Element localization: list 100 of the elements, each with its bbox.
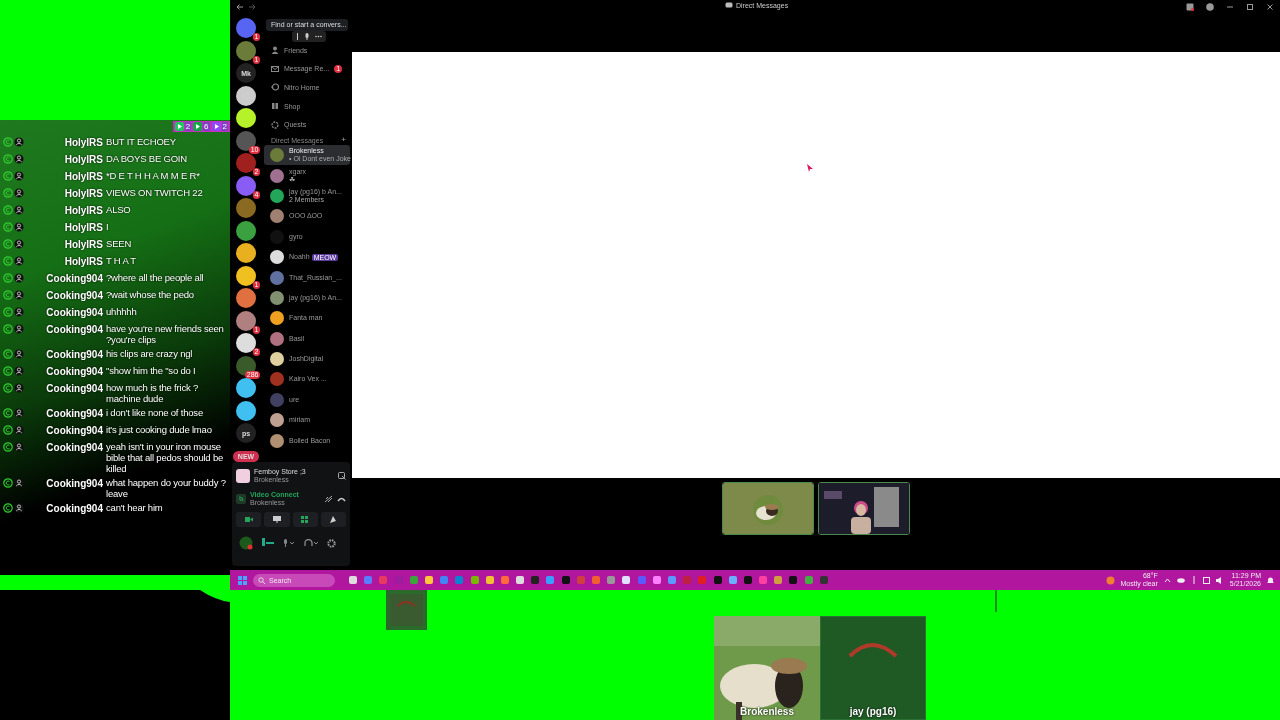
chat-message: I (106, 221, 110, 232)
headphones-icon[interactable] (304, 539, 318, 547)
server-icon[interactable] (236, 333, 256, 353)
user-icon (14, 442, 24, 452)
back-forward-icon[interactable] (236, 3, 256, 11)
settings-icon[interactable] (327, 538, 336, 548)
user-icon (14, 290, 24, 300)
screen-share-button[interactable] (264, 512, 290, 527)
soundboard-icon (328, 515, 339, 524)
badge-icon (3, 425, 13, 435)
viewer-counter: 2 (174, 122, 192, 131)
server-icon[interactable] (236, 108, 256, 128)
chevron-icon[interactable] (1163, 577, 1171, 583)
chat-message: "show him the "so do I (106, 365, 197, 376)
cursor-icon (807, 164, 813, 172)
chat-message: ?wait whose the pedo (106, 289, 195, 300)
chat-message: yeah isn't in your iron mouse bible that all pedos should be killed (106, 441, 225, 474)
user-icon (14, 324, 24, 334)
server-icon[interactable] (236, 130, 256, 151)
chat-username: HolyIRS (63, 170, 104, 183)
chat-message: his clips are crazy ngl (106, 348, 194, 359)
cursor-icon (995, 590, 997, 612)
chat-username: Cooking904 (45, 306, 104, 319)
chat-message: it's just cooking dude lmao (106, 424, 213, 435)
user-icon (14, 478, 24, 488)
chat-username: Cooking904 (45, 477, 104, 490)
user-icon (14, 171, 24, 181)
badge-icon (3, 273, 13, 283)
activities-icon (300, 515, 311, 524)
chat-username: HolyIRS (63, 238, 104, 251)
user-icon (14, 503, 24, 513)
server-icon[interactable] (236, 355, 256, 376)
camera-icon (243, 515, 254, 524)
badge-icon (3, 239, 13, 249)
badge-icon (3, 366, 13, 376)
soundboard-button[interactable] (320, 512, 346, 527)
server-icon[interactable] (236, 243, 256, 263)
chat-username: Cooking904 (45, 502, 104, 515)
disconnect-icon[interactable] (337, 496, 346, 502)
quests-icon (271, 120, 279, 129)
user-icon (14, 307, 24, 317)
maximize-icon[interactable] (1246, 3, 1254, 11)
server-icon[interactable] (236, 310, 256, 331)
volume-icon[interactable] (1215, 576, 1224, 584)
help-icon[interactable] (1206, 3, 1214, 11)
user-icon (14, 239, 24, 249)
network-icon[interactable] (1202, 576, 1210, 584)
bell-icon[interactable] (1267, 576, 1274, 584)
add-button[interactable]: + (341, 136, 346, 144)
nitro-icon (271, 83, 279, 92)
badge-icon (3, 205, 13, 215)
badge-icon (3, 256, 13, 266)
badge-icon (3, 307, 13, 317)
cloud-icon[interactable] (1176, 577, 1185, 583)
more-icon[interactable] (315, 35, 322, 38)
microphone-icon[interactable] (283, 539, 295, 547)
chat-message: T H A T (106, 255, 137, 266)
chat-username: Cooking904 (45, 441, 104, 454)
chat-message: ?where all the people all (106, 272, 205, 283)
chat-username: HolyIRS (63, 153, 104, 166)
chat-message: VIEWS ON TWITCH 22 (106, 187, 204, 198)
chat-message: can't hear him (106, 502, 164, 513)
server-icon[interactable] (236, 378, 256, 398)
badge-icon (3, 222, 13, 232)
inbox-icon[interactable] (1186, 3, 1194, 11)
user-avatar[interactable] (239, 536, 253, 550)
server-icon[interactable] (236, 400, 256, 421)
noise-suppression-icon[interactable] (324, 495, 333, 503)
server-icon[interactable] (236, 220, 256, 241)
badge-icon (3, 290, 13, 300)
server-icon[interactable] (236, 265, 256, 286)
badge-icon (3, 478, 13, 488)
minimize-icon[interactable] (1226, 3, 1234, 11)
camera-button[interactable] (236, 512, 262, 527)
badge-icon (3, 188, 13, 198)
search-icon (258, 576, 265, 584)
activities-button[interactable] (292, 512, 318, 527)
chat-username: Cooking904 (45, 407, 104, 420)
chat-username: HolyIRS (63, 221, 104, 234)
chat-icon (725, 2, 733, 9)
badge-icon (3, 171, 13, 181)
badge-icon (3, 154, 13, 164)
badge-icon (3, 442, 13, 452)
server-icon[interactable] (236, 85, 256, 106)
chat-message: what happen do your buddy ?leave (106, 477, 227, 499)
user-icon (14, 256, 24, 266)
chat-username: HolyIRS (63, 187, 104, 200)
microphone-icon[interactable] (304, 33, 310, 40)
envelope-icon (271, 64, 279, 73)
friends-icon (271, 46, 279, 55)
user-icon (14, 205, 24, 215)
chat-username: Cooking904 (45, 323, 104, 336)
screen-share-icon[interactable] (338, 472, 346, 480)
badge-icon (3, 349, 13, 359)
cursor-icon (296, 33, 299, 40)
user-icon (14, 425, 24, 435)
start-icon[interactable] (238, 575, 247, 585)
close-icon[interactable] (1266, 3, 1274, 11)
server-icon[interactable] (236, 288, 256, 308)
viewer-counter: 6 (193, 122, 210, 131)
